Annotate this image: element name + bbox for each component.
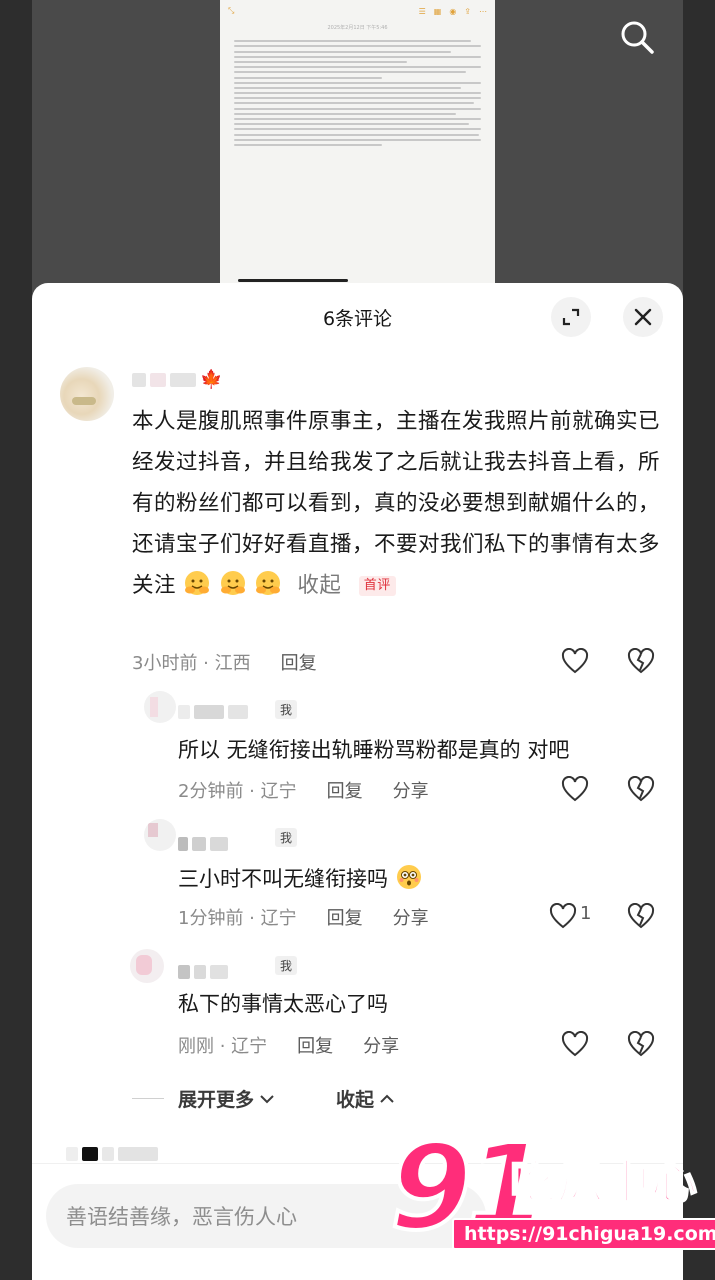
username-blurred[interactable]: 🍁 xyxy=(132,371,222,389)
like-button[interactable] xyxy=(558,772,592,806)
heart-icon xyxy=(549,903,577,929)
main-comment-meta: 3小时前 · 江西 回复 xyxy=(132,649,317,675)
close-button[interactable] xyxy=(623,297,663,337)
username-blurred[interactable] xyxy=(178,835,228,853)
avatar[interactable] xyxy=(144,819,176,851)
dislike-button[interactable] xyxy=(624,899,658,933)
home-indicator xyxy=(238,279,348,282)
collapse-all-button[interactable]: 收起 xyxy=(336,1085,396,1112)
me-badge: 我 xyxy=(275,956,298,975)
avatar[interactable] xyxy=(144,691,176,723)
doc-date: 2025年2月12日 下午5:46 xyxy=(327,25,388,31)
collapse-all-label: 收起 xyxy=(336,1089,375,1111)
me-badge: 我 xyxy=(275,828,298,847)
reply-meta: 刚刚 · 辽宁 回复 分享 xyxy=(178,1032,399,1058)
timestamp-location: 2分钟前 · 辽宁 xyxy=(178,781,297,802)
expand-icon xyxy=(562,308,580,326)
broken-heart-icon xyxy=(627,776,655,802)
reply-button[interactable]: 回复 xyxy=(327,904,363,930)
expand-row: 展开更多 收起 xyxy=(132,1085,396,1112)
table-icon: ▦ xyxy=(433,6,442,16)
broken-heart-icon xyxy=(627,903,655,929)
sheet-title: 6条评论 xyxy=(322,307,393,330)
reply-text: 三小时不叫无缝衔接吗 xyxy=(178,863,423,894)
heart-icon xyxy=(561,1031,589,1057)
like-button[interactable] xyxy=(546,899,580,933)
heart-icon xyxy=(561,776,589,802)
comment-input-placeholder: 善语结善缘，恶言伤人心 xyxy=(66,1205,297,1229)
next-comment-username-blurred xyxy=(66,1145,158,1163)
flushed-emoji-icon xyxy=(396,865,421,889)
expand-button[interactable] xyxy=(551,297,591,337)
watermark-brand: 吃瓜中心 xyxy=(509,1154,698,1210)
broken-heart-icon xyxy=(627,648,655,674)
main-comment-text: 本人是腹肌照事件原事主，主播在发我照片前就确实已经发过抖音，并且给我发了之后就让… xyxy=(132,401,662,606)
camera-icon: ◉ xyxy=(449,6,457,16)
dislike-button[interactable] xyxy=(624,644,658,678)
timestamp-location: 1分钟前 · 辽宁 xyxy=(178,908,297,929)
reply-button[interactable]: 回复 xyxy=(297,1032,333,1058)
doc-text-lines xyxy=(220,31,495,155)
divider xyxy=(132,1098,164,1099)
hug-emoji-icon xyxy=(256,571,281,595)
watermark-url: https://91chigua19.com xyxy=(452,1218,715,1250)
reply-body: 三小时不叫无缝衔接吗 xyxy=(178,867,388,891)
first-comment-badge: 首评 xyxy=(358,576,396,596)
reply-button[interactable]: 回复 xyxy=(327,777,363,803)
timestamp-location: 3小时前 · 江西 xyxy=(132,653,251,674)
share-icon: ⇪ xyxy=(464,6,471,16)
like-button[interactable] xyxy=(558,1027,592,1061)
chevron-down-icon xyxy=(260,1094,274,1103)
share-button[interactable]: 分享 xyxy=(393,904,429,930)
expand-more-label: 展开更多 xyxy=(178,1089,255,1111)
reply-text: 私下的事情太恶心了吗 xyxy=(178,992,388,1016)
document-preview: ⤡ ☰ ▦ ◉ ⇪ ⋯ 2025年2月12日 下午5:46 xyxy=(220,0,495,290)
dislike-button[interactable] xyxy=(624,1027,658,1061)
close-icon xyxy=(634,308,652,326)
reply-text: 所以 无缝衔接出轨睡粉骂粉都是真的 对吧 xyxy=(178,738,570,762)
hug-emoji-icon xyxy=(220,571,245,595)
avatar[interactable] xyxy=(60,367,114,421)
collapse-link[interactable]: 收起 xyxy=(297,573,341,598)
search-button[interactable] xyxy=(612,12,662,62)
chevron-up-icon xyxy=(380,1094,394,1103)
reply-button[interactable]: 回复 xyxy=(281,649,317,675)
sheet-header: 6条评论 xyxy=(32,283,683,351)
timestamp-location: 刚刚 · 辽宁 xyxy=(178,1036,268,1057)
share-button[interactable]: 分享 xyxy=(393,777,429,803)
heart-icon xyxy=(561,648,589,674)
avatar[interactable] xyxy=(130,949,164,983)
maple-leaf-icon: 🍁 xyxy=(200,369,223,390)
reply-meta: 2分钟前 · 辽宁 回复 分享 xyxy=(178,777,429,803)
list-icon: ☰ xyxy=(418,6,426,16)
search-icon xyxy=(621,21,654,54)
broken-heart-icon xyxy=(627,1031,655,1057)
shrink-icon: ⤡ xyxy=(228,6,235,15)
me-badge: 我 xyxy=(275,700,298,719)
like-button[interactable] xyxy=(558,644,592,678)
watermark-logo: 91 吃瓜中心 https://91chigua19.com xyxy=(388,1126,715,1258)
background-left xyxy=(0,0,32,1280)
username-blurred[interactable] xyxy=(178,963,228,981)
share-button[interactable]: 分享 xyxy=(363,1032,399,1058)
dislike-button[interactable] xyxy=(624,772,658,806)
like-count: 1 xyxy=(580,903,592,924)
more-icon: ⋯ xyxy=(479,6,487,16)
background-right xyxy=(683,0,715,1280)
expand-more-button[interactable]: 展开更多 xyxy=(178,1085,276,1112)
doc-toolbar: ⤡ ☰ ▦ ◉ ⇪ ⋯ xyxy=(220,0,495,22)
hug-emoji-icon xyxy=(185,571,210,595)
reply-meta: 1分钟前 · 辽宁 回复 分享 xyxy=(178,904,429,930)
username-blurred[interactable] xyxy=(178,703,248,721)
